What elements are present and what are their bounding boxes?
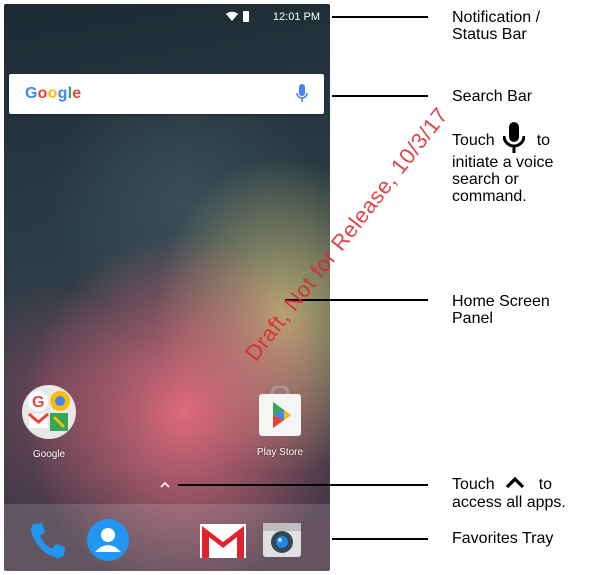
home-panel-callout: Home Screen Panel — [452, 293, 550, 327]
favorites-callout: Favorites Tray — [452, 530, 554, 547]
phone-screen: 12:01 PM Google G Google Play Store — [4, 4, 330, 571]
wifi-icon — [226, 11, 238, 21]
contacts-icon[interactable] — [86, 518, 130, 562]
favorites-leader-line — [332, 538, 428, 540]
google-folder[interactable]: G Google — [9, 384, 89, 460]
camera-icon[interactable] — [260, 518, 304, 562]
status-time: 12:01 PM — [272, 11, 320, 23]
search-bar-callout: Search Bar — [452, 88, 533, 105]
app-drawer-arrow-icon[interactable] — [160, 481, 170, 488]
play-store-icon — [259, 384, 301, 436]
search-bar-leader-line — [332, 95, 428, 97]
apps-callout-rest: access all apps. — [452, 494, 566, 511]
mic-icon[interactable] — [296, 84, 308, 104]
favorites-tray — [4, 504, 330, 571]
google-folder-icon: G — [22, 385, 76, 439]
play-store-label: Play Store — [256, 447, 304, 458]
apps-callout-line1: Touch to — [452, 476, 553, 493]
svg-text:G: G — [32, 394, 44, 411]
google-logo: Google — [25, 85, 82, 102]
status-bar-callout: Notification / Status Bar — [452, 9, 541, 43]
voice-callout-line1: Touch to — [452, 122, 550, 154]
status-bar-leader-line — [332, 16, 428, 18]
status-bar[interactable]: 12:01 PM — [4, 4, 330, 30]
google-folder-label: Google — [32, 449, 66, 460]
app-drawer-leader-line — [178, 484, 428, 486]
voice-mic-icon — [502, 122, 525, 153]
phone-icon[interactable] — [26, 518, 70, 562]
gmail-icon[interactable] — [198, 518, 248, 562]
chevron-up-icon — [505, 477, 524, 489]
google-search-bar[interactable]: Google — [9, 74, 324, 114]
play-store-app[interactable]: Play Store — [240, 384, 320, 458]
battery-icon — [243, 11, 249, 22]
voice-callout-rest: initiate a voice search or command. — [452, 154, 554, 205]
